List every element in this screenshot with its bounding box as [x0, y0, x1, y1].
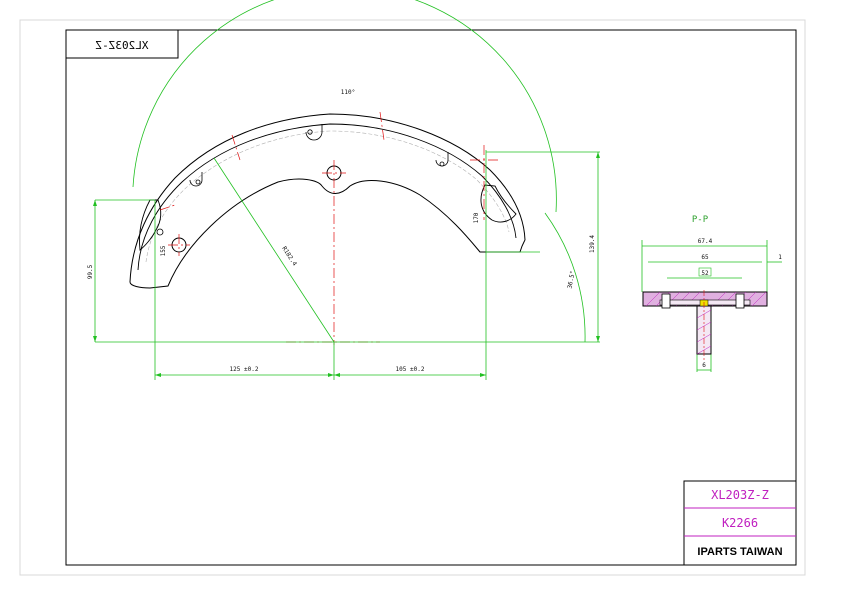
rivet-hole	[195, 179, 201, 185]
section-inner-label: 52	[701, 270, 709, 277]
section-width-label: 67.4	[698, 238, 713, 245]
technical-drawing: XL203Z-Z 110° R182.4 125 ±0.2 105 ±0.2 9…	[19, 0, 806, 576]
height-right-label: 139.4	[589, 235, 596, 253]
rivet-hole	[439, 161, 445, 167]
offset-left-label: 125 ±0.2	[230, 366, 259, 373]
part-number: XL203Z-Z	[711, 488, 769, 502]
inner-right-label: 170	[473, 212, 480, 223]
title-block: XL203Z-Z K2266 IPARTS TAIWAN	[683, 480, 797, 566]
section-width2-label: 65	[701, 254, 709, 261]
center-lines	[159, 111, 500, 345]
section-view: P-P 67.4 65 52 1 6	[641, 215, 782, 372]
dimension-arrows	[93, 152, 600, 377]
section-lip-label: 1	[778, 254, 782, 261]
mirror-label-box: XL203Z-Z	[65, 29, 179, 59]
rivet-hole	[307, 129, 313, 135]
ref-number: K2266	[722, 516, 758, 530]
section-web-label: 6	[702, 362, 706, 369]
inner-left-label: 155	[160, 245, 167, 256]
angle-arc-dimension	[544, 212, 586, 343]
radius-line	[213, 157, 335, 343]
section-rivet	[735, 293, 745, 309]
pin-hole	[156, 228, 164, 236]
mirror-label: XL203Z-Z	[95, 39, 148, 52]
company-name: IPARTS TAIWAN	[697, 546, 782, 558]
arc-angle-label: 110°	[341, 89, 355, 96]
dimension-lines	[94, 150, 600, 380]
section-rivet	[661, 293, 671, 309]
web-rib-outline	[129, 178, 526, 289]
offset-right-label: 105 ±0.2	[396, 366, 425, 373]
rivet-slots	[189, 124, 449, 187]
lining-inner-edge	[137, 123, 517, 271]
section-label: P-P	[692, 215, 709, 225]
lining-hidden-line	[145, 130, 510, 263]
rivet-slot	[435, 152, 449, 167]
lining-outer-edge	[129, 113, 526, 283]
angle-right-label: 36.5°	[567, 270, 577, 289]
height-left-label: 99.5	[87, 264, 94, 279]
